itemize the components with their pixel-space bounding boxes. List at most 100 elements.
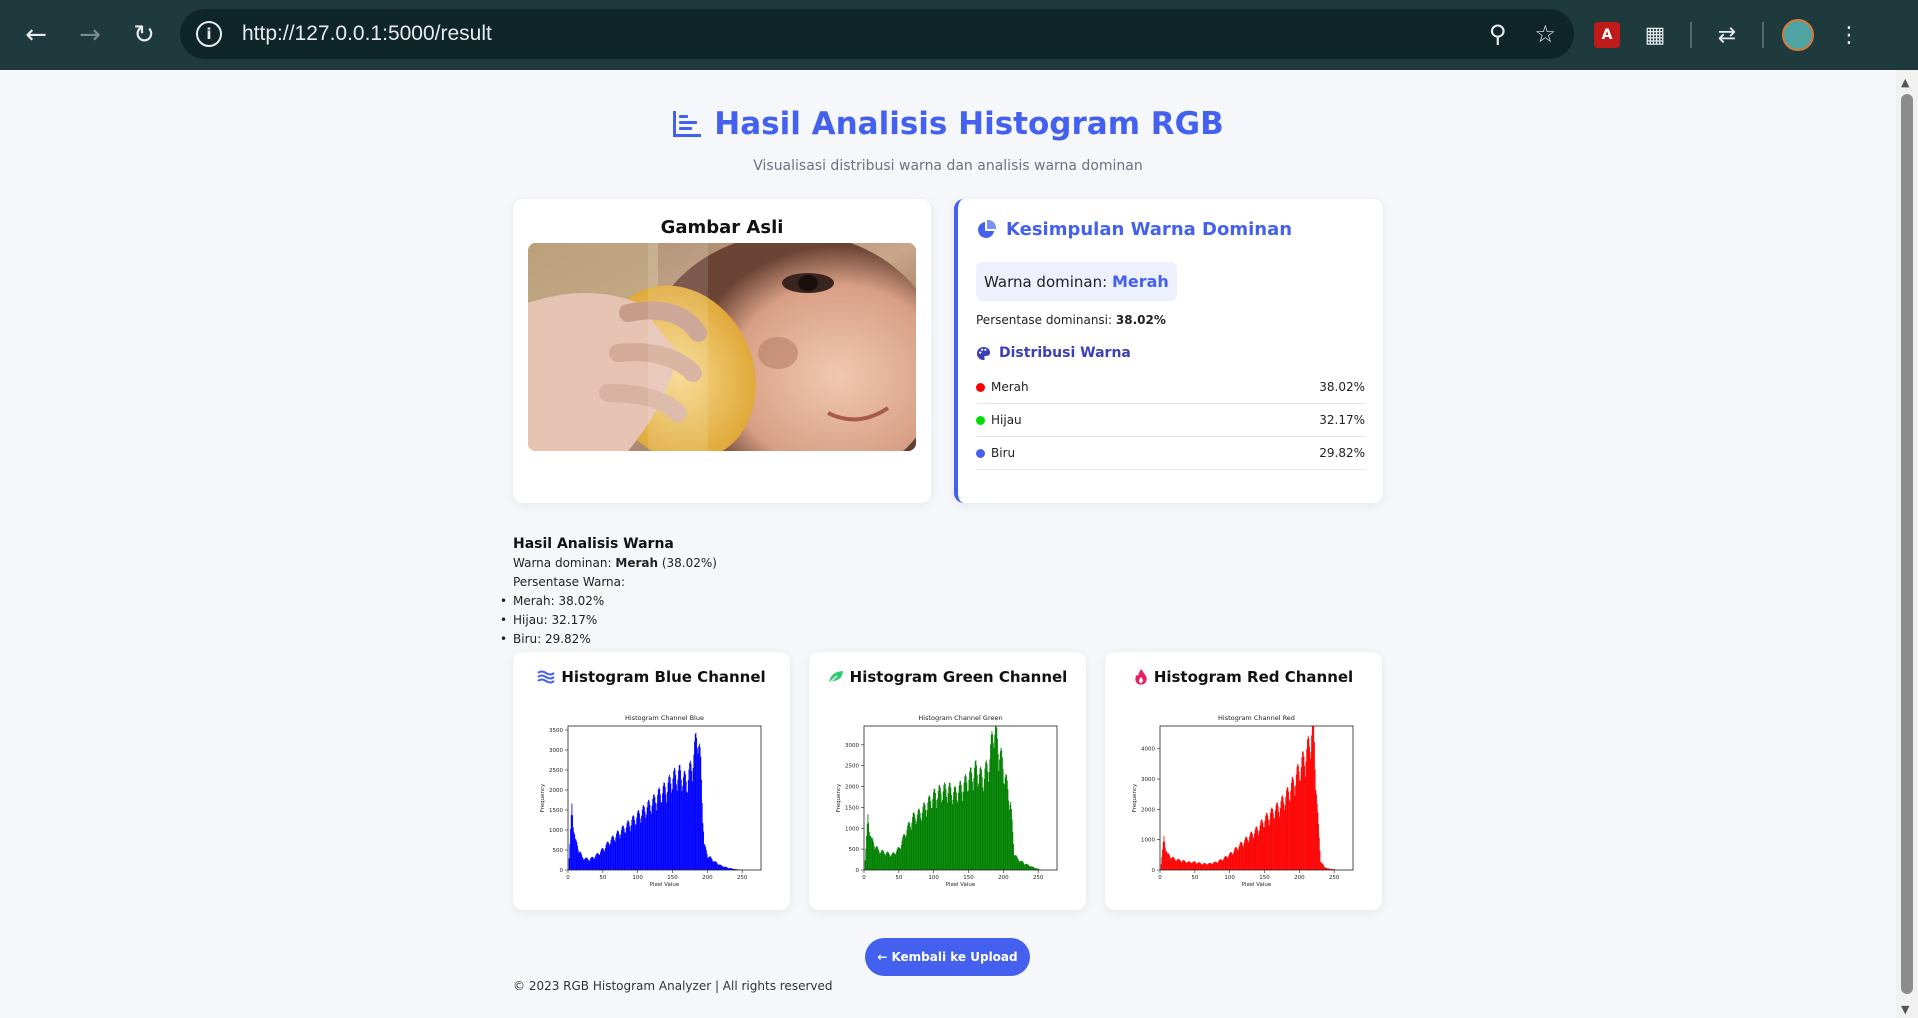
histogram-chart-blue: Histogram Channel Blue0 50 100 150 200 250050… bbox=[540, 714, 762, 888]
histogram-card-green: Histogram Green Channel Histogram Channe… bbox=[809, 652, 1086, 910]
y-tick-label: 2500 bbox=[549, 768, 563, 774]
histogram-title-blue: Histogram Blue Channel bbox=[513, 668, 790, 686]
y-tick-label: 3000 bbox=[549, 748, 563, 754]
x-tick-label: 200 bbox=[1294, 875, 1305, 881]
y-tick-label: 1500 bbox=[549, 808, 563, 814]
page-subtitle: Visualisasi distribusi warna dan analisi… bbox=[753, 158, 1143, 174]
dominant-value: Merah bbox=[1111, 272, 1169, 291]
x-tick-label: 150 bbox=[1259, 875, 1270, 881]
y-tick-label: 1000 bbox=[1141, 838, 1155, 844]
site-info-icon[interactable]: i bbox=[196, 21, 222, 47]
back-arrow-icon[interactable]: ← bbox=[18, 17, 54, 53]
url-text[interactable]: http://127.0.0.1:5000/result bbox=[242, 22, 492, 46]
x-tick-label: 100 bbox=[1224, 875, 1235, 881]
distribution-name: Merah bbox=[991, 380, 1029, 394]
y-tick-label: 2000 bbox=[845, 785, 859, 791]
extensions-puzzle-icon[interactable]: ▦ bbox=[1638, 18, 1672, 52]
distribution-row-green: Hijau 32.17% bbox=[976, 404, 1365, 437]
y-tick-label: 500 bbox=[849, 847, 860, 853]
histogram-title-text: Histogram Green Channel bbox=[849, 668, 1068, 686]
chart-title: Histogram Channel Blue bbox=[625, 714, 704, 722]
back-to-upload-button[interactable]: ← Kembali ke Upload bbox=[865, 938, 1030, 976]
chart-title: Histogram Channel Green bbox=[918, 714, 1002, 722]
dominant-color-summary-card: Kesimpulan Warna Dominan Warna dominan: … bbox=[954, 199, 1383, 503]
dominant-color-box: Warna dominan: Merah bbox=[976, 262, 1177, 301]
distribution-row-red: Merah 38.02% bbox=[976, 371, 1365, 404]
results-dominant-line: Warna dominan: Merah (38.02%) bbox=[513, 554, 717, 573]
x-tick-label: 250 bbox=[737, 875, 748, 881]
histogram-title-text: Histogram Blue Channel bbox=[561, 668, 766, 686]
pdf-extension-icon[interactable]: A bbox=[1594, 22, 1620, 48]
bookmark-star-icon[interactable]: ☆ bbox=[1534, 20, 1556, 48]
y-tick-label: 0 bbox=[856, 868, 860, 874]
summary-title: Kesimpulan Warna Dominan bbox=[976, 219, 1365, 240]
red-dot-icon bbox=[976, 382, 985, 392]
leaf-icon bbox=[828, 671, 843, 684]
y-axis-label: Frequency bbox=[1132, 783, 1138, 812]
y-tick-label: 2000 bbox=[549, 788, 563, 794]
distribution-title-text: Distribusi Warna bbox=[999, 345, 1131, 361]
histogram-bars bbox=[864, 726, 1042, 870]
reload-icon[interactable]: ↻ bbox=[126, 17, 162, 53]
analysis-results-text: Hasil Analisis Warna Warna dominan: Mera… bbox=[500, 535, 717, 649]
histogram-chart-red: Histogram Channel Red 0 50 100 150 200 250 0 100… bbox=[1132, 714, 1354, 888]
green-dot-icon bbox=[976, 415, 985, 425]
scroll-down-icon[interactable]: ▼ bbox=[1901, 1003, 1909, 1016]
results-dominant-pct: (38.02%) bbox=[661, 556, 717, 570]
x-tick-label: 250 bbox=[1329, 875, 1340, 881]
x-tick-label: 200 bbox=[702, 875, 713, 881]
y-axis-label: Frequency bbox=[836, 783, 842, 812]
page-header: Hasil Analisis Histogram RGB Visualisasi… bbox=[0, 106, 1896, 174]
x-tick-label: 50 bbox=[895, 875, 902, 881]
histogram-chart-green: Histogram Channel Green0 50 100 150 200 25005… bbox=[836, 714, 1058, 888]
y-tick-label: 4000 bbox=[1141, 747, 1155, 753]
histogram-title-red: Histogram Red Channel bbox=[1105, 668, 1382, 686]
arrow-left-icon: ← bbox=[877, 950, 888, 964]
toolbar-separator bbox=[1762, 22, 1764, 48]
x-tick-label: 50 bbox=[599, 875, 606, 881]
list-item: Merah: 38.02% bbox=[500, 592, 717, 611]
distribution-name: Biru bbox=[991, 446, 1016, 460]
x-axis-label: Pixel Value bbox=[946, 882, 976, 888]
dominant-label: Warna dominan: bbox=[984, 273, 1108, 291]
image-card-title: Gambar Asli bbox=[660, 217, 784, 238]
histogram-bars bbox=[1160, 726, 1338, 870]
y-tick-label: 2500 bbox=[845, 764, 859, 770]
menu-kebab-icon[interactable]: ⋮ bbox=[1832, 18, 1866, 52]
results-dominant-value: Merah bbox=[615, 556, 659, 570]
x-tick-label: 100 bbox=[928, 875, 939, 881]
histogram-title-green: Histogram Green Channel bbox=[809, 668, 1086, 686]
histogram-card-blue: Histogram Blue Channel Histogram Channel… bbox=[513, 652, 790, 910]
scroll-thumb[interactable] bbox=[1901, 94, 1913, 994]
x-tick-label: 150 bbox=[667, 875, 678, 881]
list-item: Hijau: 32.17% bbox=[500, 611, 717, 630]
results-percent-heading: Persentase Warna: bbox=[513, 575, 626, 589]
results-heading: Hasil Analisis Warna bbox=[513, 536, 674, 552]
browser-toolbar: ← → ↻ i http://127.0.0.1:5000/result ⚲ ☆… bbox=[0, 0, 1918, 70]
y-tick-label: 0 bbox=[560, 868, 564, 874]
translate-icon[interactable]: ⇄ bbox=[1710, 18, 1744, 52]
y-tick-label: 1000 bbox=[845, 826, 859, 832]
y-tick-label: 0 bbox=[1152, 868, 1156, 874]
y-tick-label: 3000 bbox=[845, 743, 859, 749]
forward-arrow-icon[interactable]: → bbox=[72, 17, 108, 53]
y-tick-label: 3500 bbox=[549, 728, 563, 734]
zoom-icon[interactable]: ⚲ bbox=[1489, 20, 1507, 48]
toolbar-separator bbox=[1690, 22, 1692, 48]
distribution-value: 38.02% bbox=[1319, 380, 1365, 394]
back-button-label: Kembali ke Upload bbox=[891, 950, 1018, 964]
percentage-value: 38.02% bbox=[1115, 313, 1166, 327]
histogram-title-text: Histogram Red Channel bbox=[1153, 668, 1354, 686]
original-photo bbox=[528, 243, 916, 451]
page-scrollbar[interactable]: ▲ ▼ bbox=[1896, 70, 1918, 1018]
fire-icon bbox=[1135, 669, 1147, 685]
distribution-list: Merah 38.02% Hijau 32.17% Biru 29.82% bbox=[976, 371, 1365, 470]
distribution-name: Hijau bbox=[991, 413, 1022, 427]
copyright-footer: © 2023 RGB Histogram Analyzer | All righ… bbox=[513, 979, 833, 993]
page-title-text: Hasil Analisis Histogram RGB bbox=[714, 106, 1224, 142]
profile-avatar-icon[interactable] bbox=[1782, 19, 1814, 51]
address-bar[interactable]: i http://127.0.0.1:5000/result ⚲ ☆ bbox=[180, 9, 1574, 59]
original-image-card: Gambar Asli bbox=[513, 199, 931, 503]
scroll-up-icon[interactable]: ▲ bbox=[1901, 76, 1909, 89]
x-tick-label: 250 bbox=[1033, 875, 1044, 881]
